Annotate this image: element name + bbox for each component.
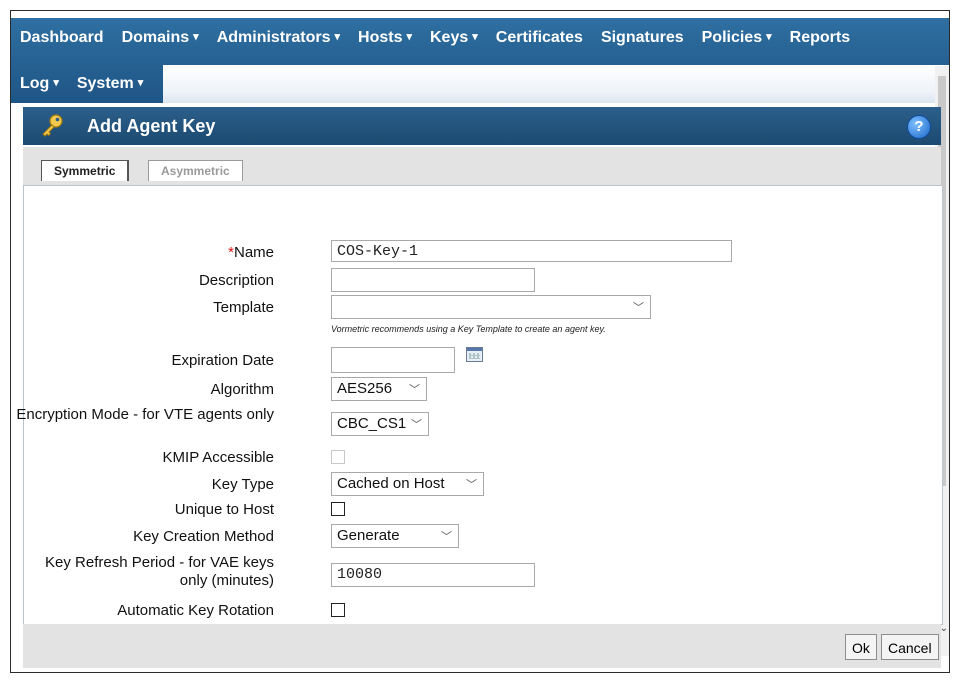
expiration-date-label: Expiration Date [171, 352, 274, 369]
nav-row-primary: Dashboard Domains ▾ Administrators ▾ Hosts ▾ Ke… [11, 18, 859, 58]
key-type-select[interactable]: Cached on Host ﹀ [331, 472, 484, 496]
name-label: *Name [228, 244, 274, 261]
chevron-down-icon: ▾ [193, 31, 199, 43]
nav-domains[interactable]: Domains ▾ [113, 29, 208, 47]
page-title: Add Agent Key [87, 116, 216, 136]
nav-row2-background [163, 65, 949, 103]
chevron-down-icon: ▾ [766, 31, 772, 43]
chevron-down-icon: ▾ [137, 77, 144, 89]
unique-to-host-checkbox[interactable] [331, 502, 345, 516]
algorithm-select[interactable]: AES256 ﹀ [331, 377, 427, 401]
encryption-mode-label: Encryption Mode - for VTE agents only [16, 406, 274, 423]
key-refresh-period-field[interactable]: 10080 [331, 563, 535, 587]
key-refresh-period-label: Key Refresh Period - for VAE keys only (… [45, 554, 274, 589]
nav-system[interactable]: System ▾ [68, 75, 152, 93]
template-select[interactable]: ﹀ [331, 295, 651, 319]
chevron-down-icon: ▾ [406, 31, 412, 43]
algorithm-label: Algorithm [210, 381, 274, 398]
page-header: Add Agent Key ? [23, 107, 941, 145]
template-hint: Vormetric recommends using a Key Templat… [331, 324, 606, 334]
chevron-down-icon: ﹀ [633, 302, 644, 314]
tab-symmetric[interactable]: Symmetric [41, 160, 130, 181]
top-navigation: Dashboard Domains ▾ Administrators ▾ Hosts ▾ Ke… [11, 18, 949, 103]
nav-administrators[interactable]: Administrators ▾ [208, 29, 349, 47]
expiration-date-field[interactable] [331, 347, 455, 373]
action-bar: Ok Cancel [23, 624, 941, 668]
kmip-accessible-label: KMIP Accessible [162, 449, 274, 466]
chevron-down-icon: ▾ [334, 31, 341, 43]
add-agent-key-form: *Name COS-Key-1 Description Template ﹀ V… [16, 186, 943, 625]
name-field[interactable]: COS-Key-1 [331, 240, 732, 262]
encryption-mode-select[interactable]: CBC_CS1 ﹀ [331, 412, 429, 436]
key-creation-method-label: Key Creation Method [133, 528, 274, 545]
nav-log[interactable]: Log ▾ [11, 75, 68, 93]
nav-keys[interactable]: Keys ▾ [421, 29, 487, 47]
nav-dashboard[interactable]: Dashboard [11, 29, 113, 47]
chevron-down-icon: ▾ [53, 77, 59, 89]
automatic-key-rotation-checkbox[interactable] [331, 603, 345, 617]
chevron-down-icon: ﹀ [409, 384, 420, 396]
nav-policies[interactable]: Policies ▾ [693, 29, 781, 47]
kmip-accessible-checkbox [331, 450, 345, 464]
chevron-down-icon: ﹀ [411, 419, 422, 431]
help-icon[interactable]: ? [907, 115, 931, 139]
description-field[interactable] [331, 268, 535, 292]
chevron-down-icon: ﹀ [441, 531, 452, 543]
calendar-icon[interactable] [466, 347, 483, 362]
nav-hosts[interactable]: Hosts ▾ [349, 29, 421, 47]
tab-asymmetric[interactable]: Asymmetric [148, 160, 243, 181]
unique-to-host-label: Unique to Host [174, 501, 274, 518]
cancel-button[interactable]: Cancel [881, 634, 939, 660]
nav-reports[interactable]: Reports [781, 29, 859, 47]
ok-button[interactable]: Ok [845, 634, 877, 660]
key-icon [42, 114, 63, 137]
nav-certificates[interactable]: Certificates [487, 29, 592, 47]
key-type-label: Key Type [211, 476, 274, 493]
key-creation-method-select[interactable]: Generate ﹀ [331, 524, 459, 548]
template-label: Template [213, 299, 274, 316]
chevron-down-icon: ▾ [472, 31, 478, 43]
chevron-down-icon: ﹀ [466, 479, 477, 491]
browser-frame: Dashboard Domains ▾ Administrators ▾ Hosts ▾ Ke… [10, 10, 950, 673]
nav-row-secondary: Log ▾ System ▾ [11, 65, 152, 103]
description-label: Description [198, 272, 274, 289]
automatic-key-rotation-label: Automatic Key Rotation [117, 602, 274, 619]
tabs-bar: Symmetric Asymmetric [23, 147, 941, 186]
nav-signatures[interactable]: Signatures [592, 29, 693, 47]
